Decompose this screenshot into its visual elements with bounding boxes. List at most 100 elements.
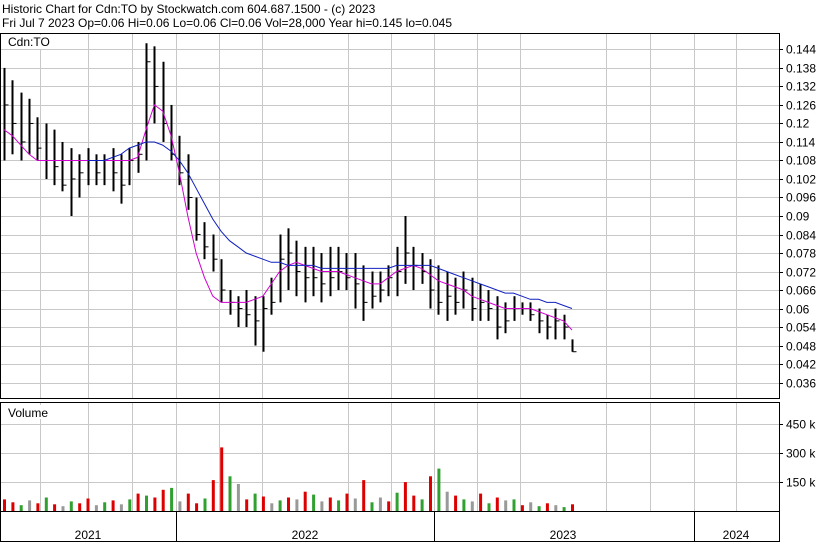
volume-bar	[278, 500, 282, 511]
price-tick-label: 0.036	[786, 377, 816, 391]
volume-bar	[94, 505, 98, 511]
volume-bar	[479, 493, 483, 511]
volume-bar	[487, 503, 491, 511]
stock-chart: Historic Chart for Cdn:TO by Stockwatch.…	[0, 0, 830, 543]
volume-tick-label: 300 k	[786, 447, 816, 461]
volume-bar	[437, 468, 441, 511]
volume-bar	[362, 480, 366, 511]
volume-bar	[420, 499, 424, 511]
price-tick-label: 0.042	[786, 358, 816, 372]
volume-bar	[186, 493, 190, 511]
volume-bar	[3, 499, 6, 511]
volume-grid	[1, 403, 780, 511]
price-tick-label: 0.138	[786, 62, 816, 76]
volume-bar	[387, 501, 391, 511]
volume-bar	[136, 493, 140, 511]
volume-bar	[128, 499, 132, 511]
volume-bar	[61, 506, 65, 511]
volume-bar	[28, 500, 32, 511]
volume-bar	[145, 495, 148, 511]
volume-bar	[529, 502, 533, 511]
price-tick-label: 0.114	[786, 136, 815, 150]
price-tick-label: 0.108	[786, 154, 816, 168]
year-label: 2024	[723, 528, 750, 542]
volume-bar	[261, 496, 265, 511]
price-tick-label: 0.078	[786, 247, 816, 261]
volume-bar	[178, 501, 182, 511]
price-tick-label: 0.054	[786, 321, 816, 335]
price-panel-title: Cdn:TO	[8, 35, 50, 49]
volume-bar	[86, 498, 90, 511]
volume-bar	[220, 447, 224, 511]
chart-svg: Historic Chart for Cdn:TO by Stockwatch.…	[0, 2, 816, 542]
volume-bar	[69, 501, 73, 511]
volume-bar	[236, 484, 240, 511]
volume-bar	[161, 489, 165, 511]
volume-bar	[537, 506, 541, 511]
price-tick-label: 0.126	[786, 99, 816, 113]
volume-bar	[445, 491, 449, 511]
price-tick-label: 0.084	[786, 229, 816, 243]
volume-bar	[53, 504, 57, 512]
volume-bar	[412, 495, 416, 511]
price-grid	[1, 34, 780, 398]
volume-bar	[228, 476, 232, 511]
volume-bar	[370, 502, 374, 511]
volume-bar	[245, 499, 249, 511]
volume-bar	[203, 498, 207, 511]
volume-bar	[19, 505, 23, 511]
volume-bar	[345, 493, 349, 511]
year-label: 2021	[75, 528, 102, 542]
price-tick-label: 0.066	[786, 284, 816, 298]
volume-bar	[287, 497, 290, 511]
volume-panel-title: Volume	[8, 406, 48, 420]
price-tick-label: 0.048	[786, 340, 816, 354]
price-tick-label: 0.132	[786, 80, 816, 94]
volume-bar	[78, 503, 82, 511]
price-tick-label: 0.096	[786, 191, 816, 205]
volume-bar	[403, 482, 407, 511]
volume-bar	[295, 499, 299, 511]
year-label: 2022	[292, 528, 319, 542]
moving-average-short	[3, 104, 573, 331]
volume-bar	[253, 493, 257, 511]
volume-bar	[211, 480, 215, 511]
time-axis-frame	[0, 511, 780, 542]
price-tick-label: 0.144	[786, 43, 816, 57]
volume-bar	[312, 494, 316, 511]
volume-bar	[462, 499, 466, 511]
volume-bar	[571, 504, 574, 512]
price-axis-ticks: 0.144 0.138 0.132 0.126 0.12 0.114 0.108 0.102 0…	[779, 43, 816, 391]
volume-bar	[545, 503, 549, 511]
volume-bar	[153, 497, 157, 511]
volume-tick-label: 150 k	[786, 476, 816, 490]
volume-bar	[111, 500, 115, 511]
volume-bar	[512, 499, 516, 511]
volume-bar	[320, 501, 324, 511]
price-tick-label: 0.09	[786, 210, 810, 224]
volume-bar	[303, 491, 307, 511]
volume-bar	[337, 500, 341, 511]
volume-bar	[328, 497, 332, 511]
year-label: 2023	[550, 528, 577, 542]
volume-bar	[562, 507, 566, 511]
chart-header-line1: Historic Chart for Cdn:TO by Stockwatch.…	[2, 2, 376, 16]
volume-bar	[270, 503, 274, 511]
price-tick-label: 0.102	[786, 173, 816, 187]
volume-bar	[504, 500, 508, 511]
volume-bar	[170, 487, 174, 511]
price-tick-label: 0.06	[786, 303, 810, 317]
volume-tick-label: 450 k	[786, 418, 816, 432]
volume-bar	[520, 505, 524, 511]
volume-bar	[378, 497, 382, 511]
volume-bar	[495, 497, 499, 511]
volume-bar	[353, 498, 357, 511]
price-tick-label: 0.072	[786, 266, 816, 280]
volume-bar	[470, 501, 474, 511]
time-axis-ticks: 2021 2022 2023 2024	[75, 511, 780, 542]
volume-axis-ticks: 450 k 300 k 150 k	[779, 418, 816, 490]
volume-bar	[395, 492, 399, 511]
volume-bar	[44, 497, 48, 511]
chart-header-line2: Fri Jul 7 2023 Op=0.06 Hi=0.06 Lo=0.06 C…	[2, 16, 452, 30]
volume-bar	[429, 476, 432, 511]
